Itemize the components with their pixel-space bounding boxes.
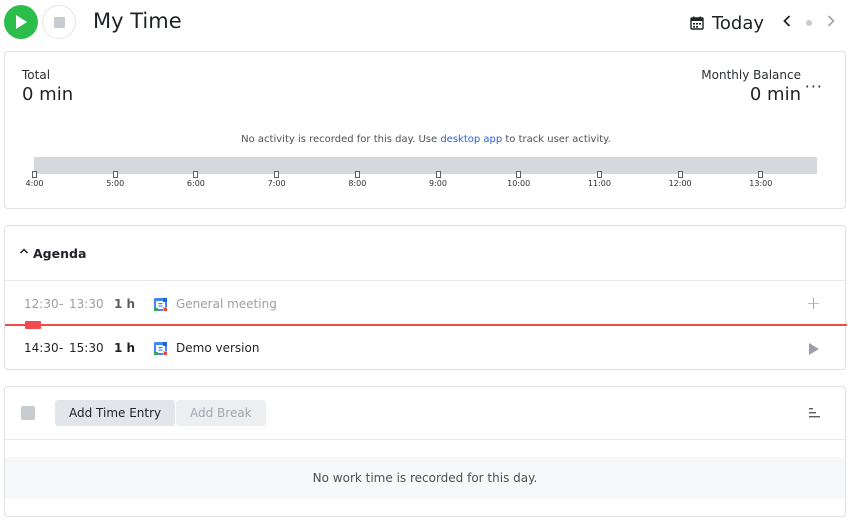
page-title: My Time (93, 9, 182, 33)
entries-toolbar: Add Time Entry Add Break (5, 387, 845, 440)
add-break-button[interactable]: Add Break (176, 400, 266, 426)
google-calendar-icon (154, 342, 167, 355)
timeline-tick (32, 171, 37, 178)
timeline-tick (193, 171, 199, 178)
activity-message-suffix: to track user activity. (502, 134, 611, 145)
monthly-balance-label: Monthly Balance (701, 68, 801, 82)
event-duration: 1 h (114, 297, 136, 311)
current-time-line (5, 324, 847, 326)
select-all-checkbox[interactable] (21, 406, 35, 420)
event-duration: 1 h (114, 341, 136, 355)
timeline-tick (677, 171, 683, 178)
agenda-event[interactable]: 12:30 - 13:30 1 h General meeting + (5, 289, 845, 319)
timeline-tick-label: 13:00 (749, 179, 773, 188)
timeline-tick-label: 8:00 (348, 179, 367, 188)
agenda-event[interactable]: 14:30 - 15:30 1 h Demo version (5, 333, 845, 363)
agenda-title: Agenda (33, 246, 87, 261)
summary-card: Total 0 min Monthly Balance 0 min ··· No… (4, 51, 846, 209)
google-calendar-icon (154, 298, 167, 311)
current-day-dot[interactable] (806, 20, 812, 26)
prev-day-button[interactable] (780, 15, 794, 31)
total-value: 0 min (22, 84, 74, 105)
add-event-entry-button[interactable]: + (806, 295, 821, 313)
timeline-tick (274, 171, 280, 178)
stop-timer-button[interactable] (42, 5, 76, 39)
total-label: Total (22, 68, 51, 82)
calendar-icon[interactable] (690, 16, 704, 30)
event-title: Demo version (176, 341, 260, 355)
monthly-balance-value: 0 min (749, 84, 801, 105)
chevron-right-icon (827, 15, 835, 27)
start-event-timer-icon[interactable] (809, 343, 819, 355)
next-day-button[interactable] (824, 15, 838, 31)
chevron-left-icon (783, 15, 791, 27)
play-icon (16, 15, 27, 29)
timeline-tick (435, 171, 441, 178)
stop-icon (53, 16, 65, 28)
date-label[interactable]: Today (712, 13, 764, 34)
event-start-time: 12:30 (24, 297, 59, 311)
timeline-tick (758, 171, 764, 178)
sort-icon[interactable] (809, 408, 821, 418)
timeline-tick-label: 6:00 (186, 179, 205, 188)
timeline-tick-label: 11:00 (587, 179, 611, 188)
empty-state: No work time is recorded for this day. (5, 457, 845, 499)
activity-timeline (34, 157, 817, 174)
timeline-tick-label: 12:00 (668, 179, 692, 188)
event-end-time: 15:30 (69, 341, 104, 355)
time-entries-card: Add Time Entry Add Break No work time is… (4, 386, 846, 517)
agenda-card: Agenda 12:30 - 13:30 1 h General meeting… (4, 225, 847, 370)
timeline-tick-label: 10:00 (507, 179, 531, 188)
timeline-tick-label: 7:00 (267, 179, 286, 188)
start-timer-button[interactable] (4, 5, 38, 39)
top-bar: My Time Today (0, 0, 850, 46)
chevron-up-icon (19, 248, 29, 254)
more-options-icon[interactable]: ··· (805, 79, 823, 95)
date-navigation: Today (690, 11, 838, 35)
empty-state-message: No work time is recorded for this day. (312, 471, 538, 485)
event-start-time: 14:30 (24, 341, 59, 355)
timeline-tick-label: 5:00 (106, 179, 125, 188)
timeline-tick (354, 171, 360, 178)
timeline-tick-label: 9:00 (429, 179, 447, 188)
event-end-time: 13:30 (69, 297, 104, 311)
agenda-header[interactable]: Agenda (5, 226, 845, 281)
desktop-app-link[interactable]: desktop app (440, 134, 502, 145)
timeline-tick (596, 171, 602, 178)
timeline-tick-label: 4:00 (25, 179, 44, 188)
activity-message: No activity is recorded for this day. Us… (5, 134, 847, 145)
activity-message-prefix: No activity is recorded for this day. Us… (241, 134, 441, 145)
event-time-separator: - (59, 297, 64, 311)
event-title: General meeting (176, 297, 277, 311)
timeline-tick (516, 171, 522, 178)
current-time-marker (25, 321, 41, 329)
event-time-separator: - (59, 341, 64, 355)
add-time-entry-button[interactable]: Add Time Entry (55, 400, 176, 426)
timeline-tick (112, 171, 118, 178)
